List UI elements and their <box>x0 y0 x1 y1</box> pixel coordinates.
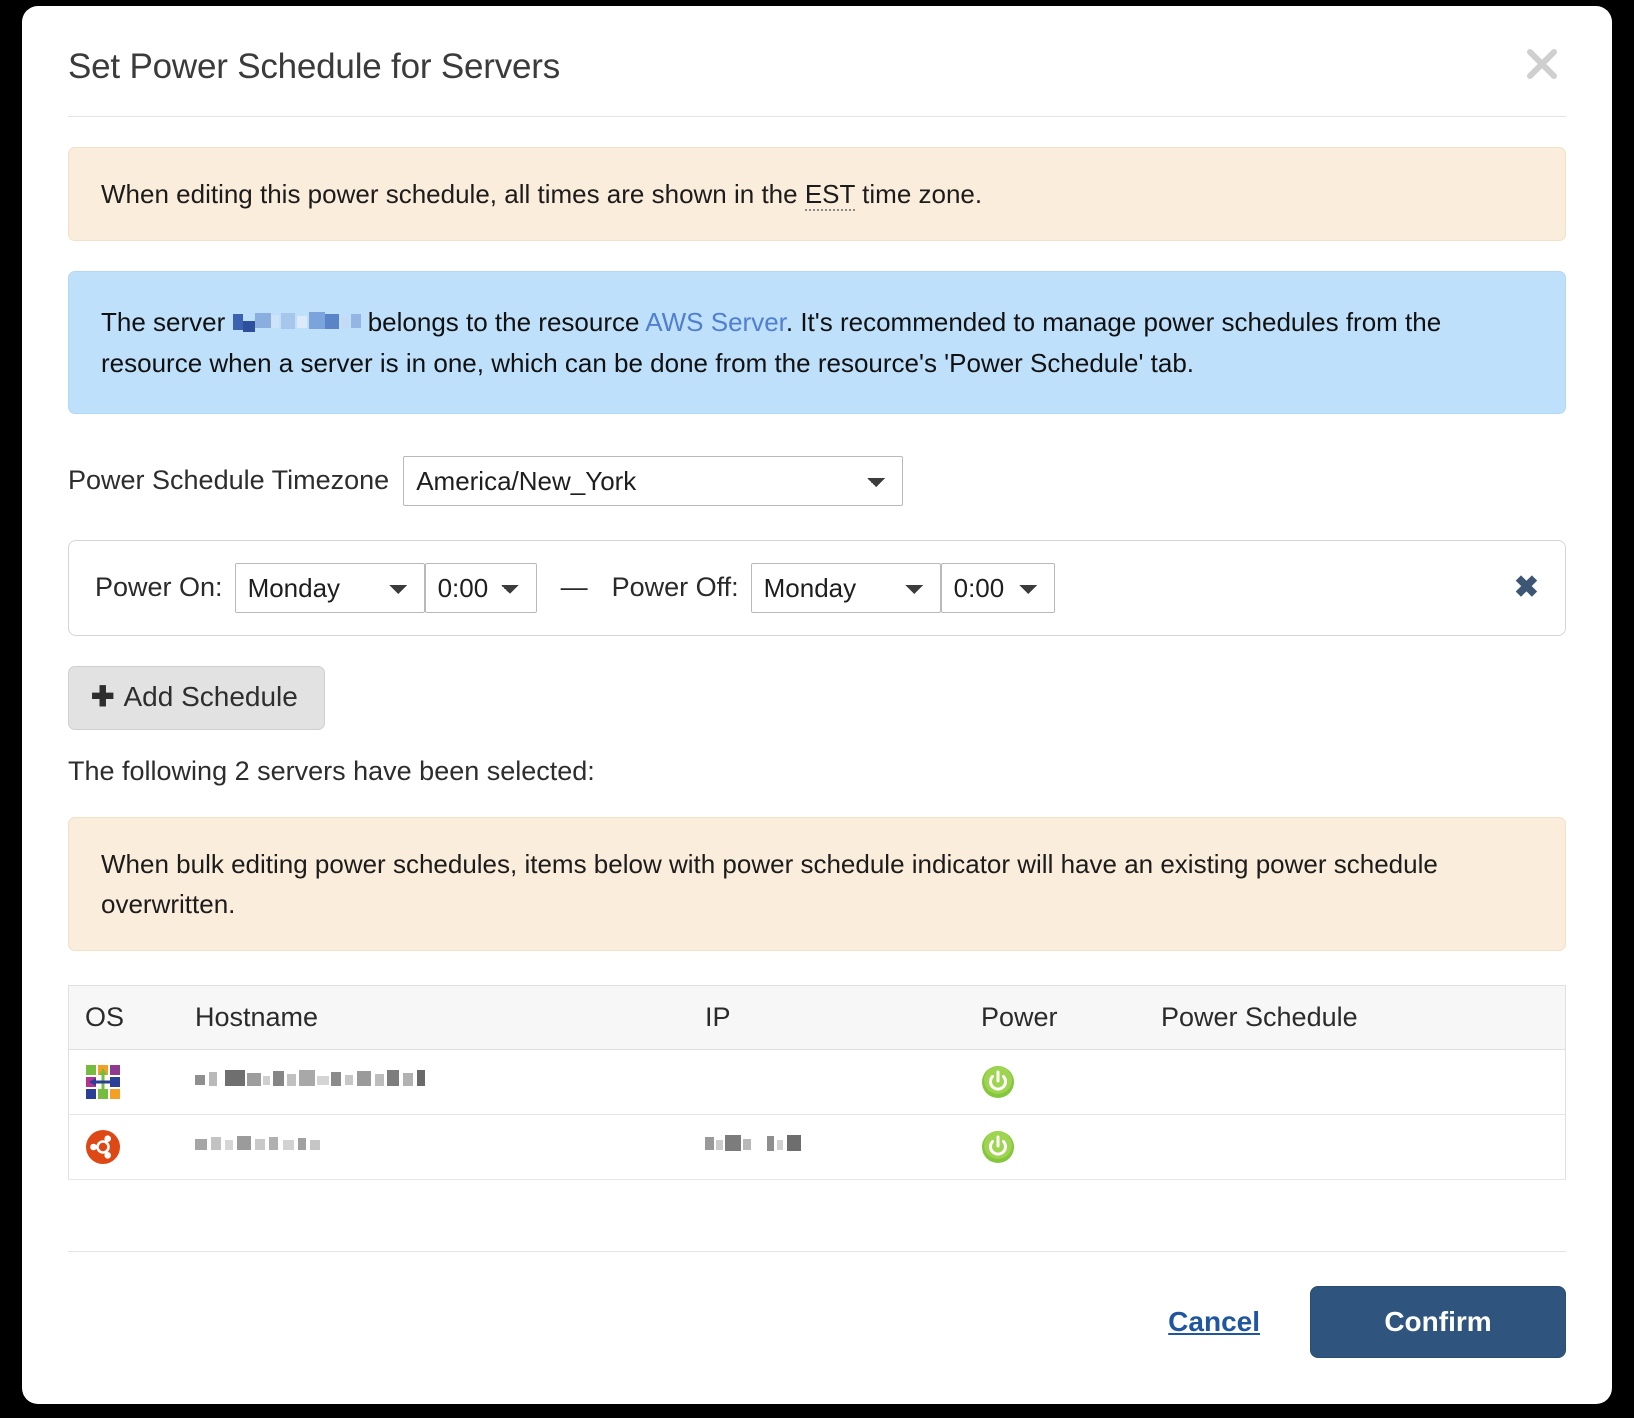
page-title: Set Power Schedule for Servers <box>68 47 561 86</box>
cell-hostname <box>195 1114 705 1181</box>
power-off-time-select[interactable]: 0:00 <box>940 562 1055 613</box>
cell-power <box>981 1114 1161 1181</box>
timezone-notice-alert: When editing this power schedule, all ti… <box>68 147 1566 242</box>
table-head: OS Hostname IP Power Power Schedule <box>68 985 1566 1051</box>
cell-power <box>981 1049 1161 1116</box>
resource-notice-middle: belongs to the resource <box>360 307 646 338</box>
power-on-label: Power On: <box>95 572 223 603</box>
modal-footer: Cancel Confirm <box>68 1251 1566 1358</box>
redacted-hostname <box>195 1069 495 1090</box>
power-schedule-modal: Set Power Schedule for Servers When edit… <box>22 6 1612 1404</box>
selected-servers-text: The following 2 servers have been select… <box>68 755 595 786</box>
power-off-day-select[interactable]: Monday <box>750 562 941 613</box>
table-row[interactable] <box>68 1114 1566 1181</box>
add-schedule-label: Add Schedule <box>123 680 298 712</box>
screenshot-root: Set Power Schedule for Servers When edit… <box>0 0 1634 1418</box>
windows-icon <box>85 1064 195 1100</box>
schedule-separator: — <box>560 572 588 603</box>
column-header-power: Power <box>981 985 1161 1051</box>
cancel-button[interactable]: Cancel <box>1160 1306 1268 1338</box>
modal-header: Set Power Schedule for Servers <box>68 6 1566 117</box>
timezone-label: Power Schedule Timezone <box>68 465 390 496</box>
power-off-label: Power Off: <box>611 572 739 603</box>
redacted-hostname <box>195 1135 375 1155</box>
table-header-row: OS Hostname IP Power Power Schedule <box>68 985 1566 1051</box>
est-abbr[interactable]: EST <box>804 179 855 211</box>
close-icon[interactable] <box>1520 42 1564 86</box>
add-schedule-button[interactable]: ✚ Add Schedule <box>68 665 325 730</box>
timezone-select[interactable]: America/New_York <box>403 455 904 506</box>
resource-notice-alert: The server belongs to the resource AWS S… <box>68 271 1566 414</box>
power-on-icon <box>981 1130 1161 1164</box>
resource-notice-prefix: The server <box>101 307 233 338</box>
servers-table: OS Hostname IP Power Power Schedule <box>68 985 1566 1181</box>
remove-schedule-icon[interactable]: ✖ <box>1514 572 1539 603</box>
aws-server-link[interactable]: AWS Server <box>645 307 786 337</box>
column-header-power-schedule: Power Schedule <box>1161 985 1566 1051</box>
confirm-button[interactable]: Confirm <box>1310 1286 1566 1358</box>
ubuntu-icon <box>85 1129 195 1165</box>
cell-power-schedule <box>1161 1114 1566 1181</box>
timezone-row: Power Schedule Timezone America/New_York <box>68 455 1566 506</box>
plus-icon: ✚ <box>91 680 115 712</box>
timezone-notice-prefix: When editing this power schedule, all ti… <box>101 179 805 209</box>
schedule-row: Power On: Monday 0:00 — Power Off: Monda… <box>68 539 1566 636</box>
timezone-notice-suffix: time zone. <box>854 179 983 209</box>
power-on-icon <box>981 1065 1161 1099</box>
column-header-hostname: Hostname <box>195 985 705 1051</box>
column-header-ip: IP <box>705 985 981 1051</box>
power-on-day-select[interactable]: Monday <box>234 562 425 613</box>
cell-hostname <box>195 1049 705 1116</box>
table-row[interactable] <box>68 1049 1566 1116</box>
bulk-edit-notice-alert: When bulk editing power schedules, items… <box>68 816 1566 952</box>
cell-power-schedule <box>1161 1049 1566 1116</box>
cell-os <box>68 1049 195 1116</box>
cell-ip <box>705 1049 981 1116</box>
cell-os <box>68 1114 195 1181</box>
redacted-server-name <box>232 312 361 334</box>
redacted-ip <box>705 1134 835 1155</box>
power-on-time-select[interactable]: 0:00 <box>424 562 537 613</box>
cell-ip <box>705 1114 981 1181</box>
column-header-os: OS <box>68 985 195 1051</box>
table-body <box>68 1049 1566 1181</box>
